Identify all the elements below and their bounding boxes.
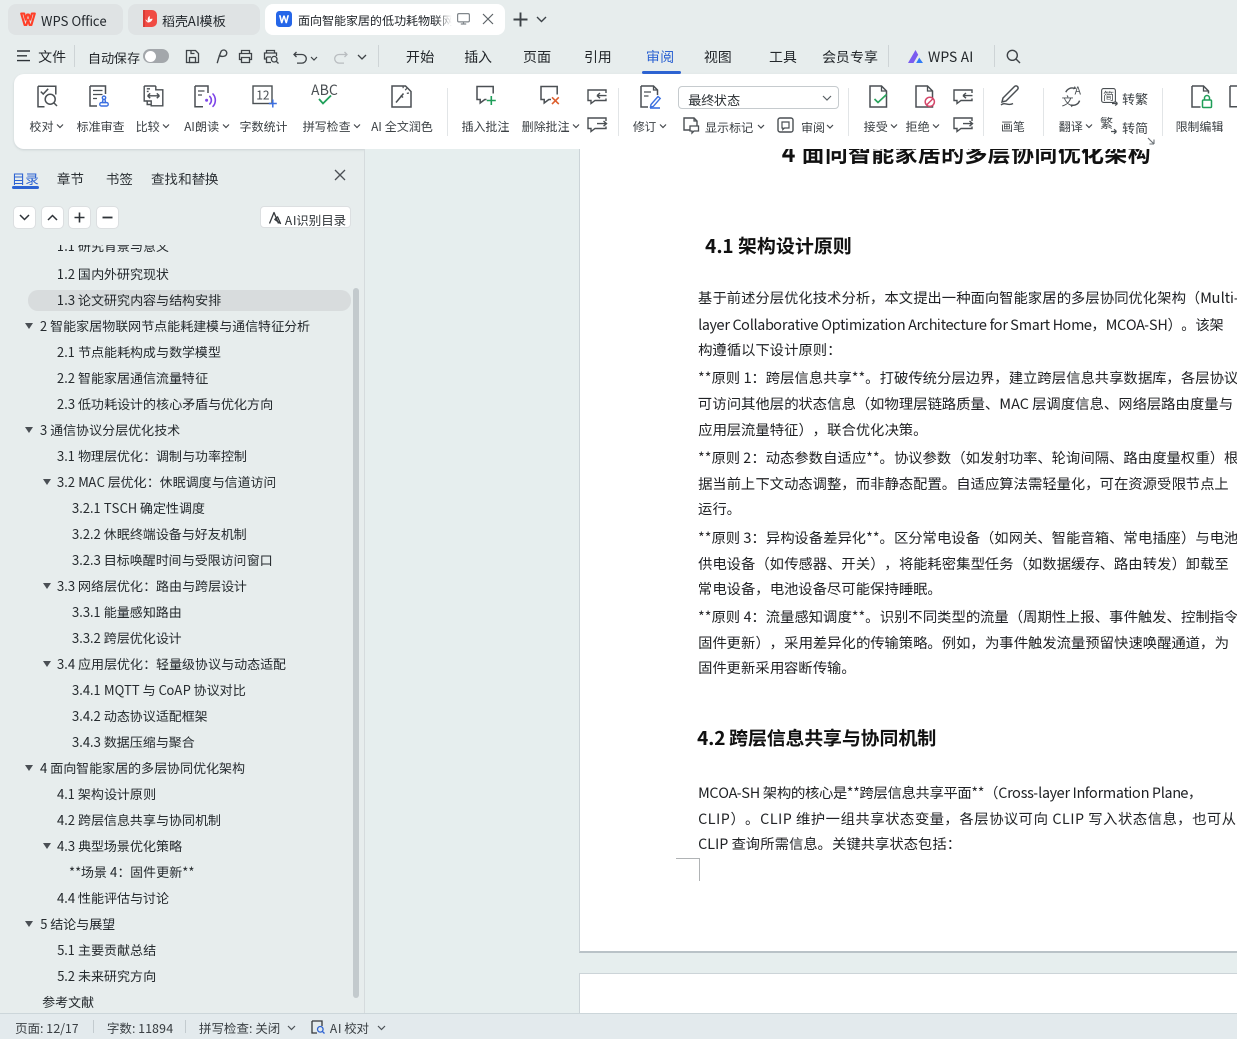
svg-text:A: A bbox=[1075, 83, 1082, 99]
svg-text:繁: 繁 bbox=[1100, 113, 1113, 132]
svg-text:ABC: ABC bbox=[311, 80, 338, 100]
svg-text:文: 文 bbox=[1062, 93, 1075, 110]
svg-text:简: 简 bbox=[1103, 88, 1114, 104]
svg-text:12: 12 bbox=[256, 87, 270, 104]
